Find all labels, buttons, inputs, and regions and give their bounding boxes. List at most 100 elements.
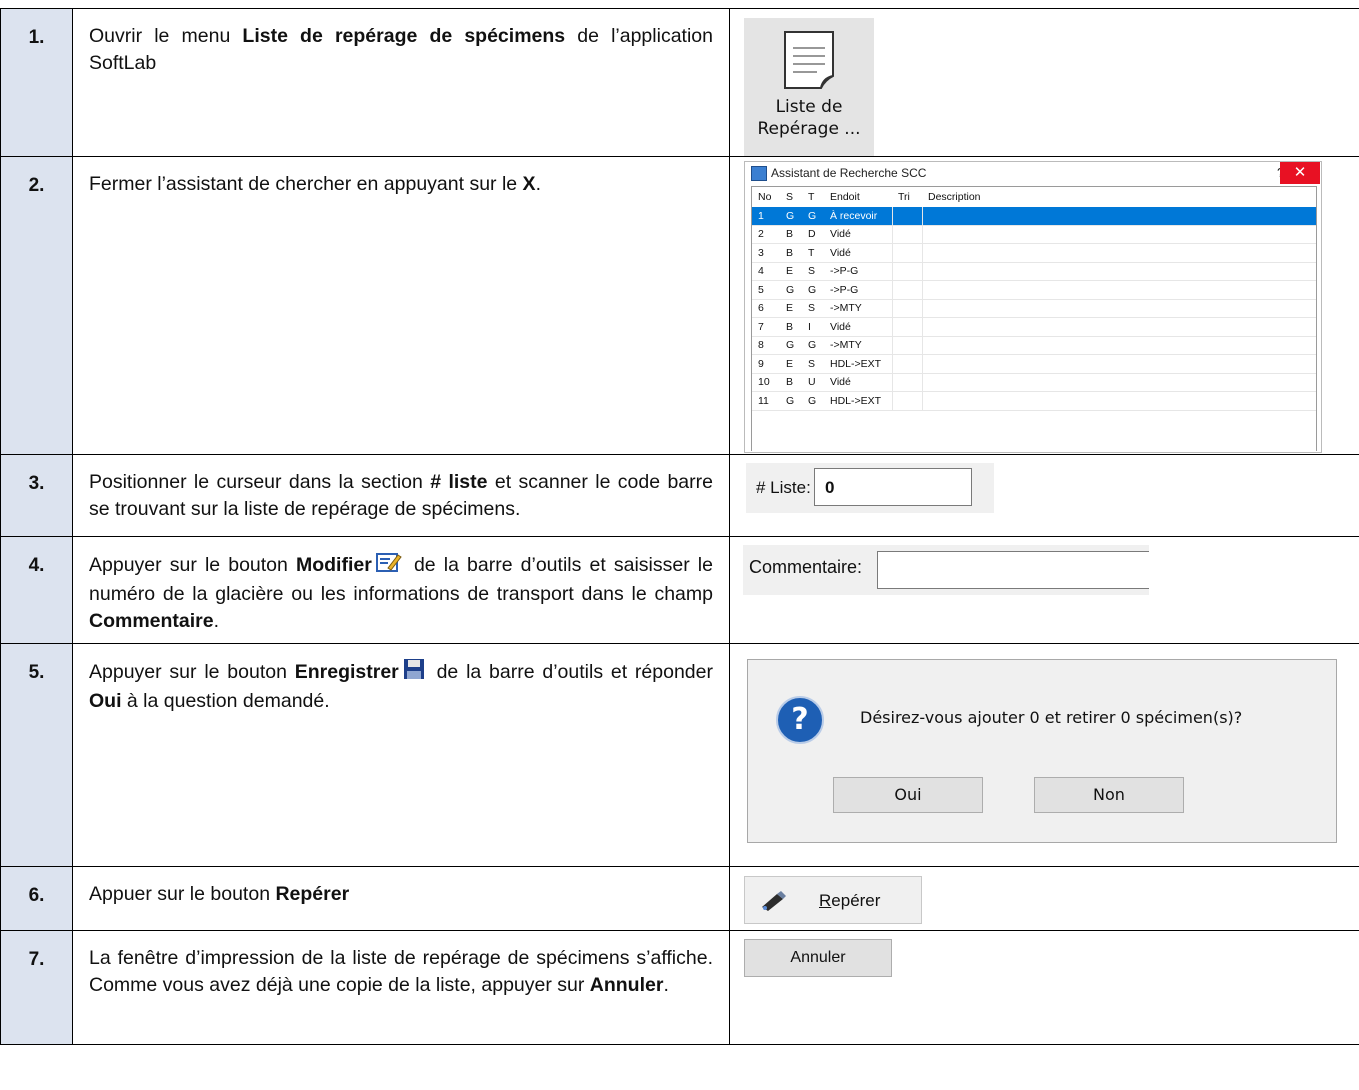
step-text: Positionner le curseur dans la section #…	[73, 455, 729, 531]
step-row: 3. Positionner le curseur dans la sectio…	[0, 454, 1359, 537]
table-cell: B	[780, 243, 802, 263]
table-row[interactable]: 3 B T Vidé	[752, 243, 1316, 263]
reperer-button[interactable]: Repérer	[744, 876, 922, 924]
table-row[interactable]: 1GGÀ recevoir	[752, 207, 1316, 226]
step-text-bold: Modifier	[295, 554, 372, 576]
step-number-cell: 7.	[0, 930, 73, 1045]
table-cell	[892, 243, 923, 263]
table-row[interactable]: 11 G G HDL->EXT	[752, 391, 1316, 411]
table-cell: D	[802, 225, 824, 244]
table-cell	[892, 262, 923, 281]
step-number-cell: 2.	[0, 156, 73, 455]
step-row: 4. Appuyer sur le bouton Modifier de la …	[0, 536, 1359, 644]
step-text-bold: Commentaire	[89, 610, 214, 632]
table-cell: 9	[752, 354, 780, 374]
step-row: 5. Appuyer sur le bouton Enregistrer de …	[0, 643, 1359, 867]
table-cell: ->P-G	[824, 262, 893, 281]
grid-column-header[interactable]: T	[802, 187, 824, 207]
confirm-dialog: ? Désirez-vous ajouter 0 et retirer 0 sp…	[747, 659, 1337, 843]
assistant-window: Assistant de Recherche SCC ? ✕ NoSTEndoi…	[744, 161, 1322, 453]
table-row[interactable]: 4 E S ->P-G	[752, 262, 1316, 281]
reperer-label: Repérer	[819, 891, 881, 910]
liste-reperage-tile[interactable]: Liste de Repérage ...	[744, 18, 874, 156]
table-cell: Vidé	[824, 373, 893, 392]
step-screenshot-cell: Commentaire:	[729, 536, 1359, 644]
table-cell	[892, 354, 923, 374]
table-cell: G	[780, 391, 802, 411]
assistant-titlebar: Assistant de Recherche SCC ?	[745, 162, 1321, 184]
table-cell: ->P-G	[824, 280, 893, 300]
table-cell	[922, 243, 1316, 263]
step-text: Appuyer sur le bouton Enregistrer de la …	[73, 644, 729, 723]
step-text: Appuyer sur le bouton Modifier de la bar…	[73, 537, 729, 643]
table-cell: S	[802, 299, 824, 318]
step-text-bold: # liste	[430, 471, 488, 493]
table-cell: G	[802, 391, 824, 411]
telescope-icon	[762, 891, 786, 911]
grid-column-header[interactable]: Endoit	[824, 187, 892, 207]
table-row[interactable]: 7 B I Vidé	[752, 317, 1316, 337]
table-cell	[892, 280, 923, 300]
grid-column-header[interactable]: Description	[922, 187, 1316, 207]
table-cell: 4	[752, 262, 780, 281]
step-text-run: .	[213, 610, 220, 632]
table-row[interactable]: 9 E S HDL->EXT	[752, 354, 1316, 374]
table-cell: 5	[752, 280, 780, 300]
table-cell: B	[780, 225, 802, 244]
oui-button[interactable]: Oui	[833, 777, 983, 813]
grid-column-header[interactable]: S	[780, 187, 802, 207]
table-cell	[922, 336, 1316, 355]
step-number-cell: 1.	[0, 8, 73, 157]
save-icon	[403, 658, 425, 688]
table-cell: 2	[752, 225, 780, 244]
step-text-run: Appuer sur le bouton	[89, 883, 276, 905]
table-cell	[892, 299, 923, 318]
table-row[interactable]: 5 G G ->P-G	[752, 280, 1316, 300]
step-row: 1. Ouvrir le menu Liste de repérage de s…	[0, 8, 1359, 157]
table-row[interactable]: 2 B D Vidé	[752, 225, 1316, 244]
table-cell: ->MTY	[824, 299, 893, 318]
liste-input[interactable]: 0	[814, 468, 972, 506]
comment-input[interactable]	[877, 551, 1149, 589]
procedure-table: 1. Ouvrir le menu Liste de repérage de s…	[0, 8, 1359, 1045]
step-text-bold: Repérer	[275, 883, 350, 905]
table-cell	[892, 317, 923, 337]
step-text: Ouvrir le menu Liste de repérage de spéc…	[73, 9, 729, 85]
step-screenshot-cell: # Liste: 0	[729, 454, 1359, 537]
table-cell: G	[780, 280, 802, 300]
table-cell: B	[780, 317, 802, 337]
step-row: 7. La fenêtre d’impression de la liste d…	[0, 930, 1359, 1045]
step-text-cell: Appuyer sur le bouton Modifier de la bar…	[72, 536, 730, 644]
table-cell: 3	[752, 243, 780, 263]
step-text-cell: Appuer sur le bouton Repérer	[72, 866, 730, 931]
step-text-cell: Positionner le curseur dans la section #…	[72, 454, 730, 537]
comment-label: Commentaire:	[749, 557, 863, 577]
step-text-run: Ouvrir le menu	[89, 25, 243, 47]
close-icon: ✕	[1293, 164, 1307, 181]
table-cell: S	[802, 262, 824, 281]
table-cell: À recevoir	[824, 207, 893, 226]
table-cell: Vidé	[824, 225, 893, 244]
table-row[interactable]: 6 E S ->MTY	[752, 299, 1316, 318]
grid-header-row: No S T Endoit Tri Description	[752, 187, 1316, 207]
step-text-bold: Liste de repérage de spécimens	[242, 25, 566, 47]
close-button[interactable]: ✕	[1280, 162, 1320, 184]
step-text-cell: Ouvrir le menu Liste de repérage de spéc…	[72, 8, 730, 157]
table-cell	[922, 317, 1316, 337]
grid-column-header[interactable]: Tri	[892, 187, 922, 207]
table-row[interactable]: 10 B U Vidé	[752, 373, 1316, 392]
step-screenshot-cell: Liste de Repérage ...	[729, 8, 1359, 157]
step-number: 6.	[28, 885, 45, 906]
non-button[interactable]: Non	[1034, 777, 1184, 813]
liste-field-box: # Liste: 0	[746, 463, 994, 513]
grid-column-header[interactable]: No	[752, 187, 780, 207]
annuler-button[interactable]: Annuler	[744, 939, 892, 977]
table-row[interactable]: 8 G G ->MTY	[752, 336, 1316, 355]
step-number: 7.	[28, 949, 45, 970]
step-text-run: Appuyer sur le bouton	[89, 661, 295, 683]
table-cell: B	[780, 373, 802, 392]
dialog-message: Désirez-vous ajouter 0 et retirer 0 spéc…	[860, 708, 1243, 727]
results-grid: No S T Endoit Tri Description 1 G G À recevoir 2 B D…	[751, 186, 1317, 451]
step-text-cell: La fenêtre d’impression de la liste de r…	[72, 930, 730, 1045]
table-cell: 6	[752, 299, 780, 318]
